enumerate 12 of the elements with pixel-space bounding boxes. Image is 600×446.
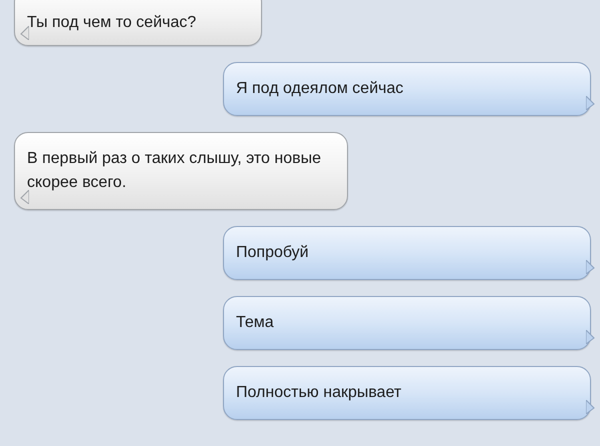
bubble-tail-icon <box>586 260 595 274</box>
message-bubble: Полностью накрывает <box>223 366 591 420</box>
message-bubble: Ты под чем то сейчас? <box>14 0 262 46</box>
message-bubble: В первый раз о таких слышу, это новые скорее всего. <box>14 132 348 210</box>
message-bubble: Я под одеялом сейчас <box>223 62 591 116</box>
message-bubble: Попробуй <box>223 226 591 280</box>
bubble-tail-icon <box>586 400 595 414</box>
bubble-tail-icon <box>20 26 29 40</box>
message-bubble: Тема <box>223 296 591 350</box>
bubble-tail-icon <box>20 190 29 204</box>
bubble-tail-icon <box>586 96 595 110</box>
bubble-tail-icon <box>586 330 595 344</box>
